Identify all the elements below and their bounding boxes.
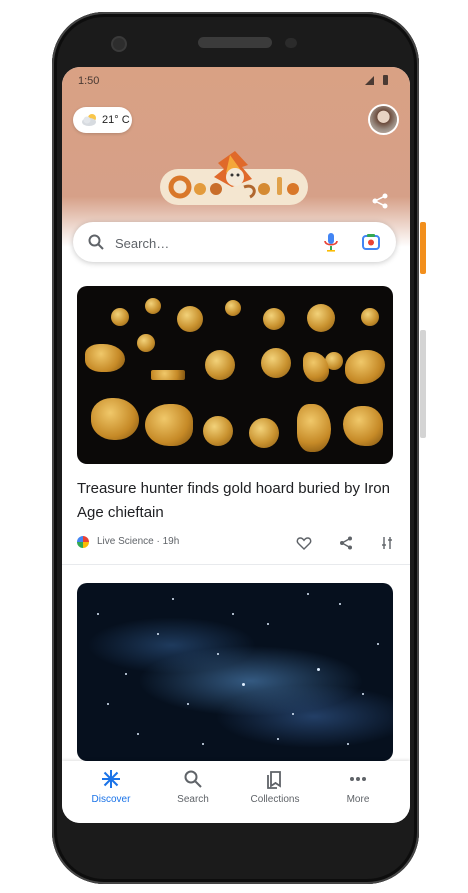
article-image-gold-hoard[interactable] xyxy=(77,286,393,464)
search-icon xyxy=(88,234,104,250)
article-meta: Live Science · 19h xyxy=(77,535,393,551)
power-button xyxy=(420,222,426,274)
volume-button xyxy=(420,330,426,438)
avatar[interactable] xyxy=(370,106,397,133)
partly-cloudy-icon xyxy=(82,114,96,126)
feed-divider xyxy=(62,564,410,565)
share-icon[interactable] xyxy=(338,535,354,551)
status-time: 1:50 xyxy=(78,75,100,87)
nav-more[interactable]: More xyxy=(317,769,399,809)
nav-search[interactable]: Search xyxy=(152,769,234,809)
earpiece-speaker xyxy=(198,37,272,48)
article-title[interactable]: Treasure hunter finds gold hoard buried … xyxy=(77,477,393,525)
nav-discover-label: Discover xyxy=(91,794,131,805)
heart-icon[interactable] xyxy=(296,535,312,551)
battery-icon xyxy=(383,75,388,85)
front-camera xyxy=(113,38,125,50)
search-icon xyxy=(184,770,202,788)
article-source: Live Science · 19h xyxy=(97,536,180,547)
weather-temperature: 21° C xyxy=(102,114,130,126)
lens-camera-icon[interactable] xyxy=(361,232,381,252)
tune-icon[interactable] xyxy=(379,535,395,551)
discover-icon xyxy=(102,770,120,788)
bottom-navigation: Discover Search Collections More xyxy=(62,761,410,823)
article-image-starfield[interactable] xyxy=(77,583,393,761)
phone-screen: 1:50 21° C Search… Treasure hunter finds… xyxy=(62,67,410,823)
nav-search-label: Search xyxy=(177,794,209,805)
search-bar[interactable] xyxy=(73,222,396,262)
collections-icon xyxy=(267,771,281,789)
search-input[interactable] xyxy=(113,231,317,255)
signal-icon xyxy=(365,76,374,85)
proximity-sensor xyxy=(285,38,297,48)
status-bar: 1:50 xyxy=(62,67,410,93)
nav-discover[interactable]: Discover xyxy=(70,769,152,809)
weather-chip[interactable]: 21° C xyxy=(73,107,132,133)
nav-collections-label: Collections xyxy=(250,794,300,805)
google-doodle[interactable] xyxy=(160,147,310,213)
nav-collections[interactable]: Collections xyxy=(234,769,316,809)
share-icon[interactable] xyxy=(371,192,389,210)
nav-more-label: More xyxy=(346,794,370,805)
more-icon xyxy=(350,777,366,781)
source-logo-icon xyxy=(77,536,89,548)
microphone-icon[interactable] xyxy=(321,231,341,253)
